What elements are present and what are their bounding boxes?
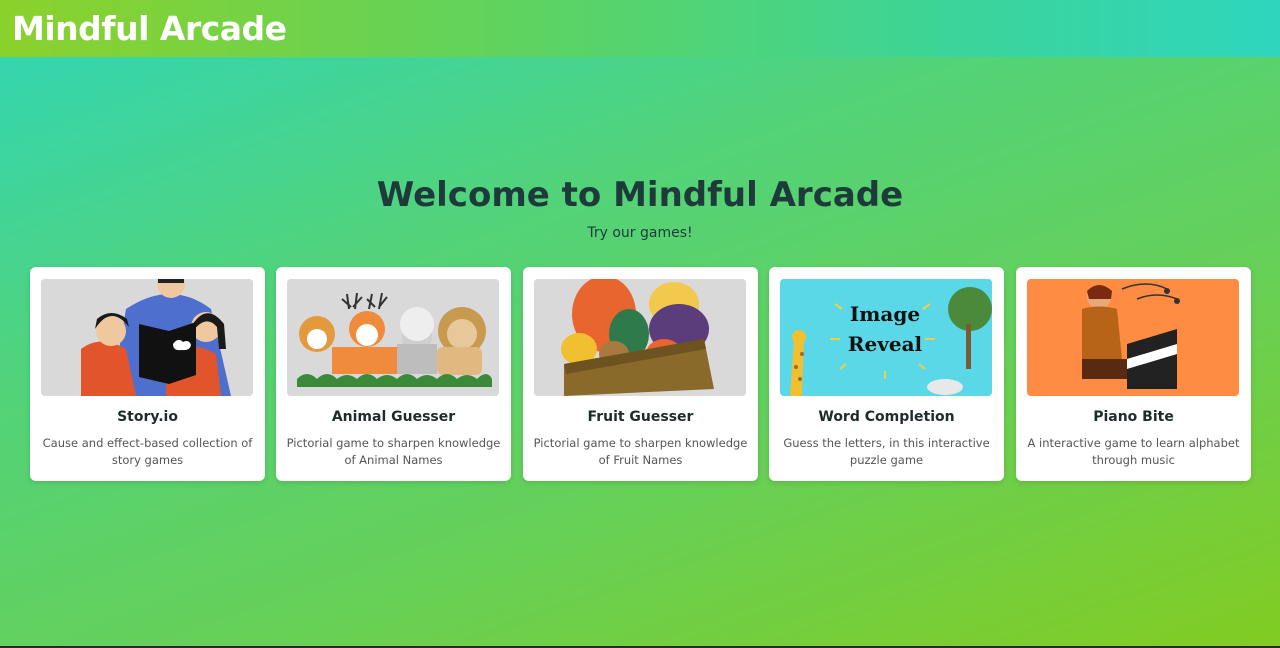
family-reading-illustration (41, 279, 253, 396)
game-card-piano-bite[interactable]: Piano Bite A interactive game to learn a… (1016, 267, 1251, 481)
page-subtitle: Try our games! (587, 225, 693, 241)
card-description: Pictorial game to sharpen knowledge of F… (533, 436, 748, 467)
card-description: Guess the letters, in this interactive p… (783, 436, 990, 467)
game-card-story-io[interactable]: Story.io Cause and effect-based collecti… (30, 267, 265, 481)
thumb-text-reveal: Reveal (848, 332, 923, 356)
thumb-text-image: Image (850, 302, 920, 326)
card-title: Story.io (117, 409, 178, 425)
brand-logo[interactable]: Mindful Arcade (12, 9, 287, 48)
piano-player-illustration (1027, 279, 1239, 396)
card-title: Animal Guesser (331, 409, 456, 425)
animals-illustration (287, 279, 499, 396)
card-description: Pictorial game to sharpen knowledge of A… (286, 436, 501, 467)
card-title: Fruit Guesser (587, 409, 694, 425)
card-title: Word Completion (818, 409, 955, 425)
fruit-basket-illustration (534, 279, 746, 396)
top-navbar: Mindful Arcade (0, 0, 1280, 57)
image-reveal-illustration: Image Reveal (780, 279, 992, 396)
card-description: Cause and effect-based collection of sto… (42, 436, 253, 467)
card-title: Piano Bite (1093, 409, 1174, 425)
card-description: A interactive game to learn alphabet thr… (1027, 436, 1240, 467)
game-card-animal-guesser[interactable]: Animal Guesser Pictorial game to sharpen… (276, 267, 511, 481)
page-title: Welcome to Mindful Arcade (376, 175, 904, 215)
game-card-fruit-guesser[interactable]: Fruit Guesser Pictorial game to sharpen … (523, 267, 758, 481)
game-card-word-completion[interactable]: Image Reveal Word Completion Guess the l… (769, 267, 1004, 481)
